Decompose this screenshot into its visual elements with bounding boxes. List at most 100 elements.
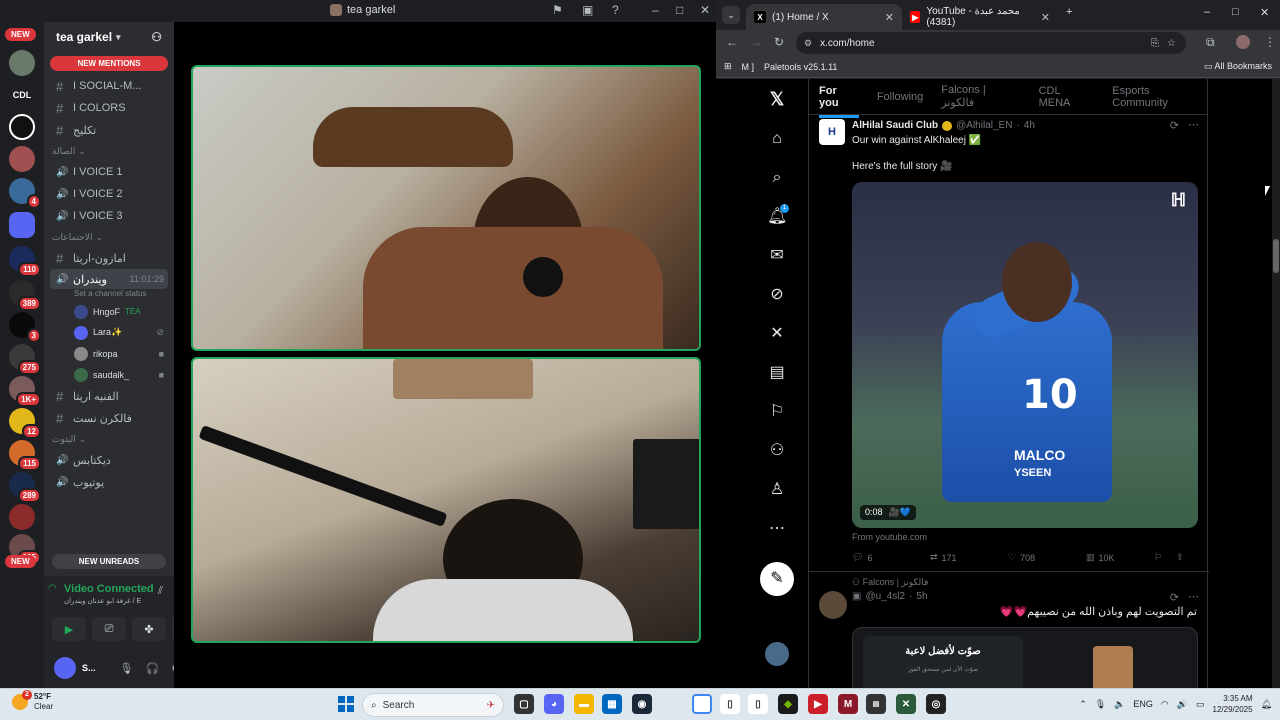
home-icon[interactable]: ⌂ <box>767 129 787 149</box>
views-button[interactable]: ▥ 10K <box>1086 552 1154 563</box>
server-cdl-icon[interactable]: CDL <box>9 82 35 108</box>
battery-icon[interactable]: ▭ <box>1196 699 1205 710</box>
new-mentions-banner[interactable]: NEW MENTIONS <box>50 56 168 71</box>
grok-icon[interactable]: ⟳ <box>1170 591 1179 604</box>
screen-icon[interactable]: ▣ <box>582 3 593 17</box>
noise-suppression-icon[interactable]: ⫽ <box>158 585 163 598</box>
video-tile[interactable] <box>191 65 701 351</box>
close-icon[interactable]: ✕ <box>700 3 710 17</box>
new-unreads-banner[interactable]: NEW UNREADS <box>52 554 166 569</box>
x-premium-icon[interactable]: ✕ <box>767 324 787 344</box>
x-logo-icon[interactable]: 𝕏 <box>767 89 787 109</box>
channel-item[interactable]: # الفنيه اريتا <box>44 385 174 407</box>
close-icon[interactable]: ✕ <box>1260 6 1269 19</box>
more-icon[interactable]: ⋯ <box>767 519 787 539</box>
post-button[interactable]: ✎ <box>760 562 794 596</box>
tab-falcons[interactable]: Falcons | فالكونز <box>941 84 1020 109</box>
wifi-icon[interactable]: ◠ <box>1161 699 1169 710</box>
repost-button[interactable]: ⇄ 171 <box>930 552 1008 563</box>
grok-icon[interactable]: ⊘ <box>767 285 787 305</box>
avatar[interactable] <box>54 657 76 679</box>
mic-icon[interactable]: 🎙 <box>1095 699 1106 710</box>
new-pill[interactable]: NEW <box>5 555 36 568</box>
voice-channel[interactable]: 🔊 ديكتابس <box>44 449 174 471</box>
document-icon[interactable]: ▯ <box>720 694 740 714</box>
app-icon[interactable]: ✕ <box>896 694 916 714</box>
search-icon[interactable]: ⌕ <box>767 168 787 188</box>
invite-icon[interactable]: ⚇ <box>151 30 162 44</box>
reply-button[interactable]: 💬︎ 6 <box>852 552 930 563</box>
server-icon[interactable]: 12 <box>9 408 41 439</box>
forward-icon[interactable]: → <box>750 35 762 49</box>
discord-app-icon[interactable]: ◕ <box>544 694 564 714</box>
mic-icon[interactable]: 🎙 <box>120 662 134 675</box>
server-icon[interactable]: 4 <box>9 178 41 209</box>
channel-item[interactable]: # فالكرن نست <box>44 407 174 429</box>
store-icon[interactable]: ▦ <box>602 694 622 714</box>
guild-header[interactable]: tea garkel ▾ ⚇ <box>44 22 174 52</box>
voice-channel[interactable]: 🔊 I VOICE 2 <box>44 183 174 205</box>
tab-esports-community[interactable]: Esports Community <box>1112 85 1207 109</box>
maximize-icon[interactable]: □ <box>676 3 683 17</box>
signal-icon[interactable]: ◠ <box>48 583 57 594</box>
voice-user[interactable]: HngoF TEA <box>44 301 174 322</box>
avatar[interactable]: H <box>819 119 845 145</box>
account-avatar[interactable] <box>765 642 789 666</box>
bookmark-item[interactable]: Paletools v25.1.11 <box>764 62 837 72</box>
tab-youtube[interactable]: ▶ YouTube - محمد عبدة (4381) ✕ <box>902 4 1058 30</box>
app-icon[interactable]: ▤ <box>866 694 886 714</box>
tab-cdl-mena[interactable]: CDL MENA <box>1039 85 1095 109</box>
camera-button[interactable]: ▶ <box>52 617 86 641</box>
messages-icon[interactable]: ✉ <box>767 246 787 266</box>
server-icon[interactable]: 389 <box>9 280 41 311</box>
maximize-icon[interactable]: □ <box>1232 6 1239 18</box>
server-icon[interactable]: 110 <box>9 246 41 277</box>
app-icon[interactable]: M <box>838 694 858 714</box>
page-scrollbar[interactable] <box>1272 79 1280 688</box>
video-tile[interactable] <box>191 357 701 643</box>
chevron-up-icon[interactable]: ⌃ <box>1079 699 1087 710</box>
menu-icon[interactable]: ⋮ <box>1264 35 1276 49</box>
profile-avatar[interactable] <box>1236 35 1250 49</box>
weather-widget[interactable]: 2 52°F Clear <box>12 690 53 712</box>
sound-icon[interactable]: 🔈 <box>1114 699 1125 710</box>
voice-channel[interactable]: 🔊 يوتيوب <box>44 471 174 493</box>
tab-search-icon[interactable]: ⌄ <box>722 6 740 24</box>
grok-icon[interactable]: ⟳ <box>1170 119 1179 132</box>
channel-item[interactable]: # تكليج <box>44 119 174 141</box>
chrome-app-icon[interactable] <box>692 694 712 714</box>
tab-x-home[interactable]: X (1) Home / X ✕ <box>746 4 902 30</box>
bookmark-button[interactable]: ⚐ <box>1154 552 1176 563</box>
like-button[interactable]: ♡ 708 <box>1008 552 1086 563</box>
channel-item[interactable]: # امازون-اريتا <box>44 247 174 269</box>
scroll-thumb[interactable] <box>1273 239 1279 273</box>
minimize-icon[interactable]: – <box>652 3 659 17</box>
channel-item[interactable]: # I COLORS <box>44 97 174 119</box>
server-icon[interactable] <box>9 504 35 530</box>
activities-button[interactable]: ✤ <box>132 617 166 641</box>
back-icon[interactable]: ← <box>726 35 738 49</box>
channel-status[interactable]: Set a channel status <box>44 289 174 301</box>
close-tab-icon[interactable]: ✕ <box>1041 11 1050 24</box>
channel-item[interactable]: # I SOCIAL-M... <box>44 75 174 97</box>
folder-icon[interactable] <box>9 212 35 238</box>
server-icon[interactable]: 275 <box>9 344 41 375</box>
site-info-icon[interactable]: ⚙ <box>804 38 812 49</box>
server-icon[interactable] <box>9 50 35 76</box>
server-icon[interactable] <box>9 114 35 140</box>
tweet-media[interactable]: 10 MALCO YSEEN ℍ 0:08 🎥💙 <box>852 182 1198 528</box>
voice-user[interactable]: saudalk_ ■ <box>44 364 174 385</box>
help-icon[interactable]: ? <box>612 3 619 17</box>
minimize-icon[interactable]: – <box>1204 6 1210 18</box>
notifications-icon[interactable]: 🔔︎ 1 <box>767 204 789 227</box>
avatar[interactable] <box>819 591 847 619</box>
active-voice-channel[interactable]: 🔊 ويندران 11:01:29 <box>50 269 168 289</box>
install-icon[interactable]: ⎘ <box>1151 38 1159 49</box>
bookmarks-icon[interactable]: ⚐ <box>767 402 787 422</box>
profile-icon[interactable]: ♙ <box>767 480 787 500</box>
category-header[interactable]: البثوث ⌄ <box>44 429 174 449</box>
app-icon[interactable]: ◎ <box>926 694 946 714</box>
voice-channel[interactable]: 🔊 I VOICE 3 <box>44 205 174 227</box>
category-header[interactable]: الصالة ⌄ <box>44 141 174 161</box>
apps-icon[interactable]: ⊞ <box>724 61 732 72</box>
